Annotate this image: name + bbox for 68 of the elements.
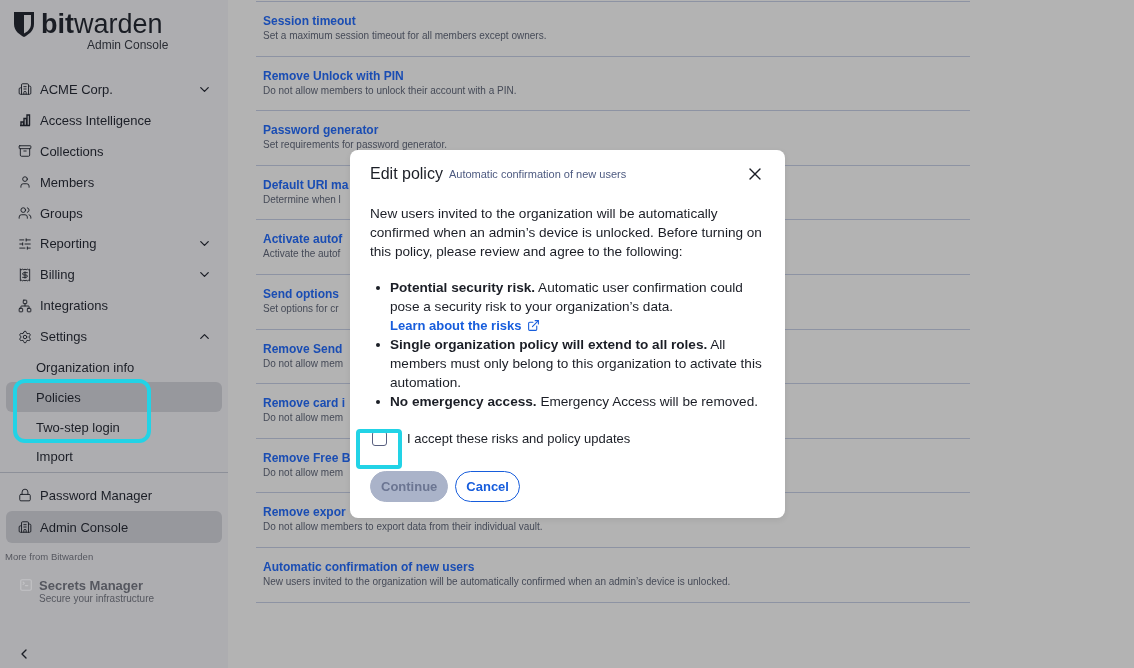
lock-icon: [18, 488, 32, 502]
policy-description: New users invited to the organization will be automatically confirmed when an admin’s device is unlocked.: [263, 575, 731, 587]
building-icon: [18, 82, 32, 97]
settings-icon: [18, 329, 32, 344]
policy-description: Do not allow members to unlock their account with a PIN.: [263, 84, 517, 96]
bar-chart-icon: [18, 113, 32, 128]
bullet-text: No emergency access. Emergency Access will be removed.: [390, 393, 758, 411]
policy-description: Do not allow mem: [263, 357, 344, 369]
nav-item[interactable]: Billing: [6, 259, 222, 291]
policy-description: Set options for cr: [263, 302, 339, 314]
policy-title-link[interactable]: Remove expor: [263, 505, 346, 520]
policy-title-link[interactable]: Session timeout: [263, 14, 356, 28]
policy-description: Do not allow mem: [263, 466, 344, 478]
product-link[interactable]: Secrets Manager: [39, 578, 155, 593]
building-icon: [18, 520, 32, 534]
nav-subitem[interactable]: Policies: [6, 382, 222, 413]
policy-title-link[interactable]: Automatic confirmation of new users: [263, 559, 475, 574]
person-icon: [18, 175, 32, 190]
learn-more-link[interactable]: Learn about the risks: [390, 316, 541, 335]
nav-subitem[interactable]: Two-step login: [6, 412, 222, 442]
policy-title-link[interactable]: Send options: [263, 286, 339, 301]
nav-item[interactable]: Access Intelligence: [6, 104, 222, 136]
shield-logo-icon: [13, 10, 35, 38]
policy-description: Set requirements for password generator.: [263, 139, 447, 151]
nav-item[interactable]: Groups: [6, 197, 222, 229]
policy-title-link[interactable]: Remove Unlock with PIN: [263, 68, 404, 83]
bullet-text: Potential security risk. Automatic user confirmation could pose a security risk to your organization’s data.: [390, 279, 744, 316]
policy-description: Do not allow members to export data from their individual vault.: [263, 521, 543, 533]
policy-title-link[interactable]: Activate autof: [263, 232, 343, 247]
nav-item[interactable]: ACME Corp.: [6, 74, 222, 105]
policy-title-link[interactable]: Remove card i: [263, 396, 346, 411]
dialog-intro: New users invited to the organization will be automatically confirmed when an admin’s device is unlocked. Before turning on this policy, please review and agree to the following:: [370, 205, 763, 261]
bullet-dot: [376, 286, 380, 290]
policy-description: Activate the autof: [263, 248, 341, 260]
policy-description: Do not allow mem: [263, 412, 344, 424]
policy-description: Determine when l: [263, 193, 341, 205]
archive-icon: [18, 144, 32, 159]
bullet-dot: [376, 343, 380, 347]
nav-item[interactable]: Settings: [6, 321, 222, 353]
dialog-title: Edit policy: [370, 165, 443, 183]
people-icon: [18, 206, 32, 221]
highlight-outline: [356, 429, 402, 469]
checkbox-label[interactable]: I accept these risks and policy updates: [407, 431, 631, 446]
product-item[interactable]: Password Manager: [6, 479, 222, 511]
policy-title-link[interactable]: Remove Send: [263, 341, 343, 356]
sliders-icon: [18, 237, 32, 251]
nav-item[interactable]: Reporting: [6, 228, 222, 260]
bullet-text: Single organization policy will extend to all roles. All members must only belong to this organization to activate this automation.: [390, 336, 763, 392]
nav-item[interactable]: Collections: [6, 135, 222, 167]
nav-item[interactable]: Integrations: [6, 290, 222, 322]
bullet-dot: [376, 400, 380, 404]
network-icon: [18, 298, 32, 313]
policy-title-link[interactable]: Default URI ma: [263, 177, 349, 192]
logo-wordmark: bitwarden: [41, 10, 163, 38]
nav-subitem[interactable]: Organization info: [6, 352, 222, 383]
logo-subtitle: Admin Console: [87, 38, 169, 52]
policy-title-link[interactable]: Password generator: [263, 123, 379, 138]
product-description: Secure your infrastructure: [39, 593, 155, 604]
policy-title-link[interactable]: Remove Free B: [263, 450, 351, 465]
cancel-button[interactable]: Cancel: [455, 471, 520, 502]
nav-item[interactable]: Members: [6, 166, 222, 198]
product-item[interactable]: Admin Console: [6, 511, 222, 543]
nav-subitem[interactable]: Import: [6, 442, 222, 472]
receipt-icon: [18, 267, 32, 282]
dialog-subtitle: Automatic confirmation of new users: [448, 168, 628, 180]
section-heading: More from Bitwarden: [5, 551, 95, 562]
policy-description: Set a maximum session timeout for all members except owners.: [263, 30, 547, 41]
external-link-icon: [527, 319, 541, 332]
